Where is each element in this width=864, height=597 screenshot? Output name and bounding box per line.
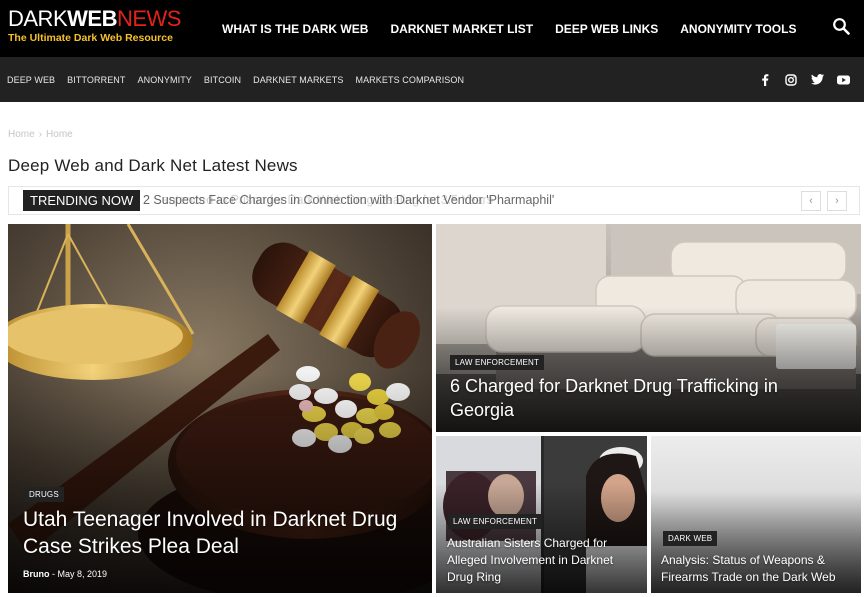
author-name[interactable]: Bruno <box>23 569 50 579</box>
instagram-icon <box>785 73 797 86</box>
search-icon <box>833 18 850 35</box>
page-title: Deep Web and Dark Net Latest News <box>8 156 298 175</box>
facebook-icon <box>762 73 769 86</box>
category-nav: DEEP WEB BITTORRENT ANONYMITY BITCOIN DA… <box>7 57 476 102</box>
feature-headline[interactable]: Australian Sisters Charged for Alleged I… <box>447 535 642 586</box>
feature-card-bottom-right[interactable]: DARK WEB Analysis: Status of Weapons & F… <box>651 436 861 593</box>
twitter-icon <box>810 74 824 85</box>
feature-card-main[interactable]: DRUGS Utah Teenager Involved in Darknet … <box>8 224 432 593</box>
category-nav-deep-web[interactable]: DEEP WEB <box>7 75 55 85</box>
main-nav: WHAT IS THE DARK WEB DARKNET MARKET LIST… <box>222 0 818 57</box>
feature-headline[interactable]: 6 Charged for Darknet Drug Trafficking i… <box>450 374 845 422</box>
category-nav-darknet-markets[interactable]: DARKNET MARKETS <box>253 75 343 85</box>
youtube-link[interactable] <box>830 75 856 85</box>
logo-tagline: The Ultimate Dark Web Resource <box>8 32 173 44</box>
feature-headline[interactable]: Analysis: Status of Weapons & Firearms T… <box>661 552 859 586</box>
logo-text-web: WEB <box>67 6 117 31</box>
social-links <box>752 57 856 102</box>
instagram-link[interactable] <box>778 73 804 86</box>
article-meta: Bruno - May 8, 2019 <box>23 569 107 579</box>
feature-card-bottom-middle[interactable]: LAW ENFORCEMENT Australian Sisters Charg… <box>436 436 647 593</box>
breadcrumb: Home › Home <box>8 129 73 140</box>
breadcrumb-separator: › <box>38 129 43 140</box>
main-nav-what-is-dark-web[interactable]: WHAT IS THE DARK WEB <box>222 22 368 36</box>
category-nav-bitcoin[interactable]: BITCOIN <box>204 75 241 85</box>
category-nav-anonymity[interactable]: ANONYMITY <box>138 75 192 85</box>
category-badge[interactable]: LAW ENFORCEMENT <box>448 514 543 529</box>
main-nav-darknet-market-list[interactable]: DARKNET MARKET LIST <box>390 22 533 36</box>
trending-label: TRENDING NOW <box>23 190 141 211</box>
main-nav-deep-web-links[interactable]: DEEP WEB LINKS <box>555 22 658 36</box>
top-header: DARKWEBNEWS The Ultimate Dark Web Resour… <box>0 0 864 57</box>
trending-headline[interactable]: 2 Suspects Face Charges in Connection wi… <box>143 193 554 207</box>
logo-text-news: NEWS <box>116 6 182 31</box>
search-button[interactable] <box>832 17 852 37</box>
trending-next-button[interactable]: › <box>827 191 847 211</box>
facebook-link[interactable] <box>752 73 778 86</box>
youtube-icon <box>836 75 850 84</box>
category-nav-bittorrent[interactable]: BITTORRENT <box>67 75 125 85</box>
category-badge[interactable]: LAW ENFORCEMENT <box>450 355 545 370</box>
meta-separator: - <box>52 569 56 579</box>
category-badge[interactable]: DARK WEB <box>663 531 718 546</box>
trending-prev-button[interactable]: ‹ <box>801 191 821 211</box>
category-nav-markets-comparison[interactable]: MARKETS COMPARISON <box>355 75 464 85</box>
site-logo[interactable]: DARKWEBNEWS The Ultimate Dark Web Resour… <box>8 6 182 45</box>
category-badge[interactable]: DRUGS <box>24 487 64 502</box>
main-nav-anonymity-tools[interactable]: ANONYMITY TOOLS <box>680 22 796 36</box>
publish-date: May 8, 2019 <box>57 569 108 579</box>
breadcrumb-current: Home <box>46 129 73 140</box>
breadcrumb-home-link[interactable]: Home <box>8 129 35 140</box>
logo-text-dark: DARK <box>8 6 68 31</box>
feature-card-top-right[interactable]: LAW ENFORCEMENT 6 Charged for Darknet Dr… <box>436 224 861 432</box>
twitter-link[interactable] <box>804 74 830 85</box>
trending-bar: TRENDING NOW 2 Sentenced to Prison for D… <box>8 186 860 215</box>
sub-header: DEEP WEB BITTORRENT ANONYMITY BITCOIN DA… <box>0 57 864 102</box>
feature-headline[interactable]: Utah Teenager Involved in Darknet Drug C… <box>23 506 418 560</box>
